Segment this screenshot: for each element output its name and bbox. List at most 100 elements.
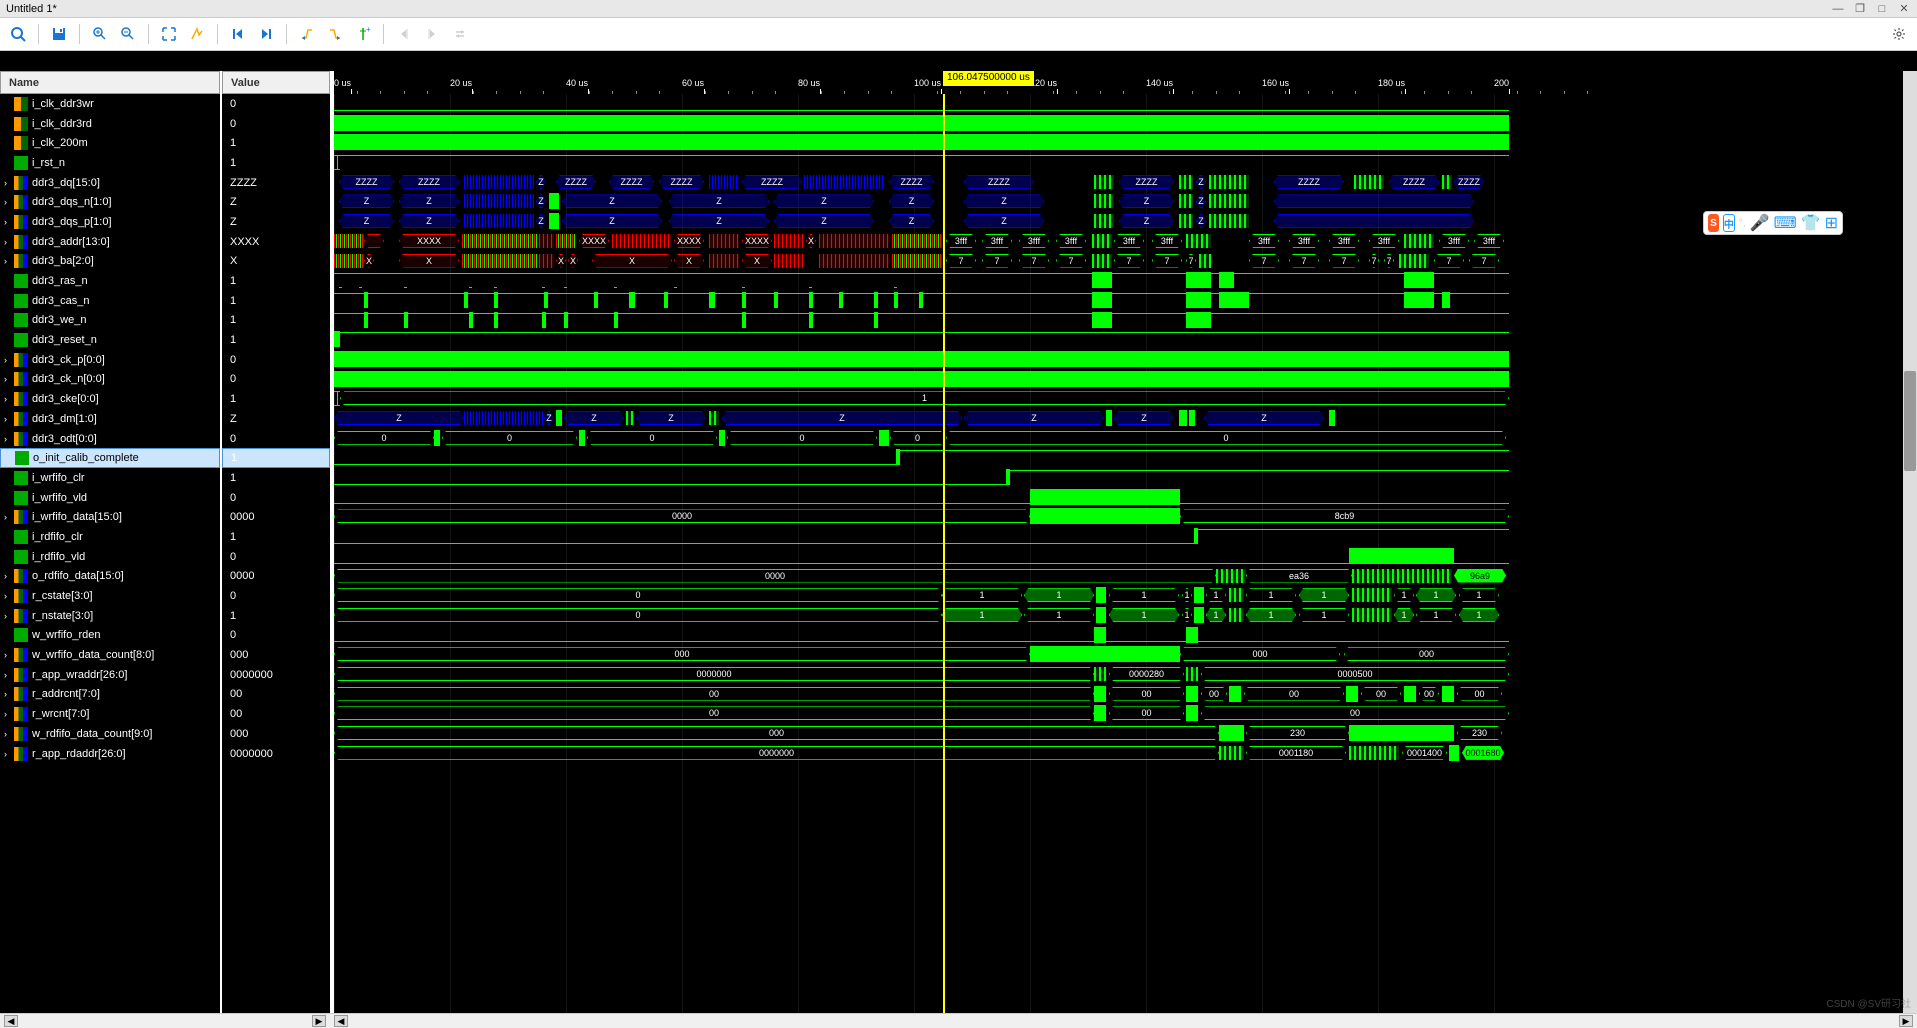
waveform-row[interactable] — [334, 311, 1917, 331]
signal-row[interactable]: ›ddr3_dq[15:0] — [0, 173, 220, 193]
expand-icon[interactable]: › — [4, 355, 14, 365]
signal-row[interactable]: i_rdfifo_vld — [0, 547, 220, 567]
expand-icon[interactable]: › — [4, 414, 14, 424]
ime-punctuation-icon[interactable]: °, — [1739, 218, 1746, 229]
signal-name-list[interactable]: i_clk_ddr3wri_clk_ddr3rdi_clk_200mi_rst_… — [0, 94, 220, 1013]
waveform-row[interactable]: 1 — [334, 389, 1917, 409]
expand-icon[interactable]: › — [4, 729, 14, 739]
waveform-row[interactable]: 0000000000118000014000001680 — [334, 744, 1917, 764]
signal-row[interactable]: ddr3_ras_n — [0, 271, 220, 291]
waveform-row[interactable]: XXXXXXX77777777777777 — [334, 252, 1917, 272]
waveform-row[interactable] — [334, 370, 1917, 390]
signal-row[interactable]: ›r_app_wraddr[26:0] — [0, 665, 220, 685]
waveform-row[interactable] — [334, 448, 1917, 468]
time-ruler[interactable]: 0 us20 us40 us60 us80 us100 us120 us140 … — [334, 71, 1917, 94]
save-icon[interactable] — [47, 22, 71, 46]
cursor-line[interactable] — [943, 94, 945, 1013]
signal-row[interactable]: ›o_rdfifo_data[15:0] — [0, 567, 220, 587]
waveform-area[interactable]: 0 us20 us40 us60 us80 us100 us120 us140 … — [330, 71, 1917, 1013]
cursor-time-label[interactable]: 106.047500000 us — [943, 71, 1034, 86]
waveform-row[interactable] — [334, 114, 1917, 134]
zoom-cursor-icon[interactable] — [185, 22, 209, 46]
settings-icon[interactable] — [1887, 22, 1911, 46]
signal-row[interactable]: w_wrfifo_rden — [0, 626, 220, 646]
signal-row[interactable]: ddr3_we_n — [0, 311, 220, 331]
waveform-row[interactable] — [334, 291, 1917, 311]
waveform-row[interactable]: ZZZZZZZZ — [334, 409, 1917, 429]
waveform-row[interactable]: 000000000002800000500 — [334, 665, 1917, 685]
go-first-icon[interactable] — [226, 22, 250, 46]
expand-icon[interactable]: › — [4, 670, 14, 680]
signal-row[interactable]: ddr3_cas_n — [0, 291, 220, 311]
signal-row[interactable]: ›r_wrcnt[7:0] — [0, 704, 220, 724]
waveform-row[interactable]: 00000000000000 — [334, 685, 1917, 705]
waveform-row[interactable] — [334, 271, 1917, 291]
waveform-row[interactable]: ZZZZZZZZZZZZZZZZZZZZZZZZZZZZZZZZZZZZZZZZ… — [334, 173, 1917, 193]
zoom-out-icon[interactable] — [116, 22, 140, 46]
expand-icon[interactable]: › — [4, 256, 14, 266]
waveform-row[interactable] — [334, 153, 1917, 173]
waveform-row[interactable]: 00008cb9 — [334, 507, 1917, 527]
ime-grid-icon[interactable]: ⊞ — [1825, 213, 1838, 233]
waveform-row[interactable]: 0000ea3696a9 — [334, 567, 1917, 587]
expand-icon[interactable]: › — [4, 689, 14, 699]
expand-icon[interactable]: › — [4, 571, 14, 581]
waveform-row[interactable] — [334, 94, 1917, 114]
next-transition-icon[interactable] — [323, 22, 347, 46]
scrollbar-thumb[interactable] — [1904, 371, 1916, 471]
expand-icon[interactable]: › — [4, 217, 14, 227]
vertical-scrollbar[interactable] — [1903, 71, 1917, 1013]
waveform-row[interactable]: 000000 — [334, 704, 1917, 724]
prev-transition-icon[interactable] — [295, 22, 319, 46]
signal-row[interactable]: i_clk_200m — [0, 133, 220, 153]
waveform-row[interactable] — [334, 527, 1917, 547]
waveform-row[interactable]: 000000 — [334, 429, 1917, 449]
expand-icon[interactable]: › — [4, 611, 14, 621]
signal-row[interactable]: ›ddr3_addr[13:0] — [0, 232, 220, 252]
waveform-row[interactable]: XXXXXXXXXXXXXXXXX3fff3fff3fff3fff3fff3ff… — [334, 232, 1917, 252]
ime-logo-icon[interactable]: S — [1708, 214, 1719, 232]
expand-icon[interactable]: › — [4, 197, 14, 207]
microphone-icon[interactable]: 🎤 — [1750, 213, 1770, 233]
ime-toolbar[interactable]: S 中 °, 🎤 ⌨ 👕 ⊞ — [1703, 211, 1843, 235]
signal-row[interactable]: ›ddr3_ba[2:0] — [0, 252, 220, 272]
signal-row[interactable]: ›ddr3_dqs_p[1:0] — [0, 212, 220, 232]
waveform-row[interactable]: 01111111111 — [334, 606, 1917, 626]
signal-row[interactable]: ddr3_reset_n — [0, 330, 220, 350]
signal-row[interactable]: ›r_app_rdaddr[26:0] — [0, 744, 220, 764]
ime-lang-toggle[interactable]: 中 — [1723, 214, 1735, 232]
signal-row[interactable]: ›ddr3_ck_p[0:0] — [0, 350, 220, 370]
expand-icon[interactable]: › — [4, 374, 14, 384]
signal-row[interactable]: i_wrfifo_vld — [0, 488, 220, 508]
maximize-button[interactable]: □ — [1875, 2, 1889, 16]
waveform-body[interactable]: ZZZZZZZZZZZZZZZZZZZZZZZZZZZZZZZZZZZZZZZZ… — [334, 94, 1917, 1013]
expand-icon[interactable]: › — [4, 749, 14, 759]
prev-edge-icon[interactable] — [392, 22, 416, 46]
wave-scroll-left[interactable]: ◀ — [334, 1015, 348, 1027]
restore-button[interactable]: ❐ — [1853, 2, 1867, 16]
expand-icon[interactable]: › — [4, 434, 14, 444]
theme-icon[interactable]: 👕 — [1801, 213, 1821, 233]
zoom-fit-icon[interactable] — [157, 22, 181, 46]
signal-row[interactable]: i_clk_ddr3wr — [0, 94, 220, 114]
signal-row[interactable]: i_clk_ddr3rd — [0, 114, 220, 134]
waveform-row[interactable]: 000000000 — [334, 645, 1917, 665]
expand-icon[interactable]: › — [4, 591, 14, 601]
waveform-row[interactable] — [334, 133, 1917, 153]
signal-row[interactable]: ›ddr3_cke[0:0] — [0, 389, 220, 409]
expand-icon[interactable]: › — [4, 650, 14, 660]
signal-row[interactable]: ›ddr3_dqs_n[1:0] — [0, 192, 220, 212]
signal-row[interactable]: ›ddr3_ck_n[0:0] — [0, 370, 220, 390]
keyboard-icon[interactable]: ⌨ — [1774, 213, 1797, 233]
waveform-row[interactable] — [334, 468, 1917, 488]
signal-row[interactable]: i_rdfifo_clr — [0, 527, 220, 547]
waveform-row[interactable] — [334, 330, 1917, 350]
signal-row[interactable]: ›i_wrfifo_data[15:0] — [0, 507, 220, 527]
waveform-row[interactable] — [334, 350, 1917, 370]
name-scroll-right[interactable]: ▶ — [312, 1015, 326, 1027]
minimize-button[interactable]: — — [1831, 2, 1845, 16]
wave-scroll-right[interactable]: ▶ — [1899, 1015, 1913, 1027]
signal-row[interactable]: ›r_nstate[3:0] — [0, 606, 220, 626]
signal-row[interactable]: ›r_cstate[3:0] — [0, 586, 220, 606]
add-marker-icon[interactable]: + — [351, 22, 375, 46]
